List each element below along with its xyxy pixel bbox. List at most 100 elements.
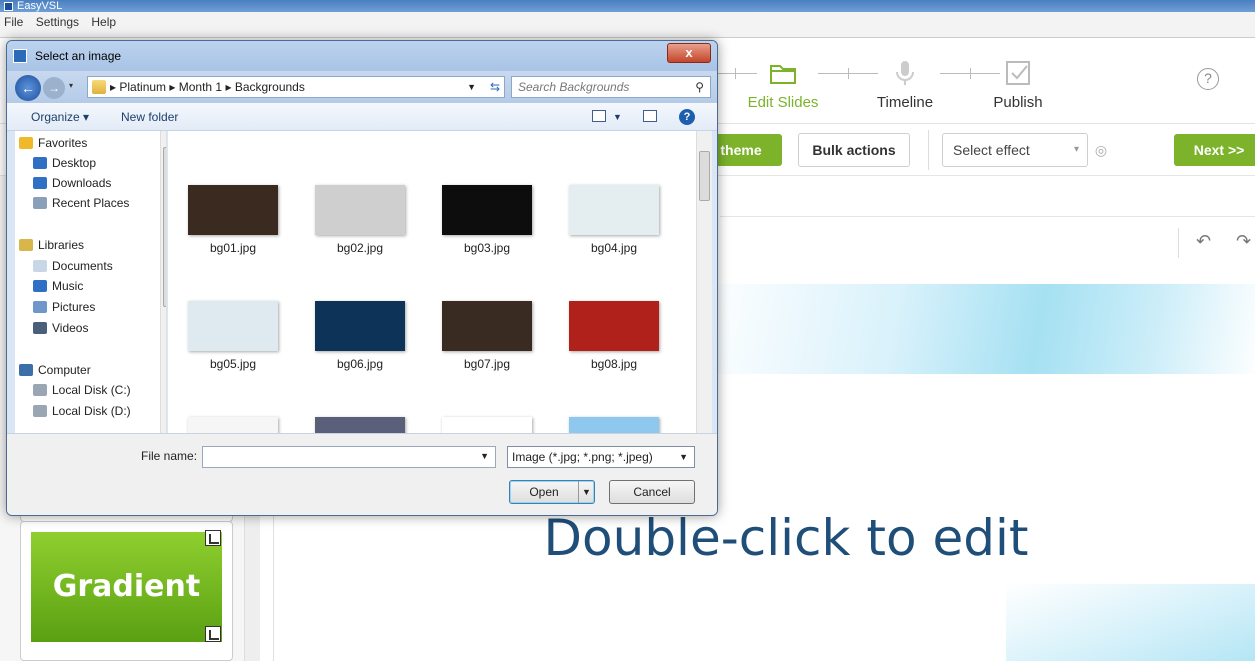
recent-locations-icon[interactable]: ▾ [69, 81, 73, 90]
file-item[interactable] [305, 417, 415, 433]
cancel-button[interactable]: Cancel [609, 480, 695, 504]
chevron-down-icon[interactable]: ▼ [480, 451, 489, 461]
file-thumbnail [569, 301, 659, 351]
dialog-titlebar: Select an image x [7, 41, 717, 71]
new-folder-button[interactable]: New folder [121, 103, 178, 131]
redo-icon[interactable]: ↷ [1236, 231, 1251, 252]
breadcrumb-item[interactable]: Backgrounds [235, 80, 305, 94]
refresh-icon[interactable]: ⇆ [490, 77, 500, 97]
nav-item[interactable]: Recent Places [33, 193, 129, 213]
back-button[interactable]: ← [15, 75, 41, 101]
preview-pane-icon[interactable] [643, 110, 657, 122]
file-item[interactable]: bg08.jpg [559, 301, 669, 371]
disk-icon [33, 384, 47, 396]
scroll-thumb[interactable] [699, 151, 710, 201]
menu-file[interactable]: File [4, 15, 23, 29]
resize-corner-icon[interactable] [205, 530, 221, 546]
file-item[interactable]: bg05.jpg [178, 301, 288, 371]
forward-button[interactable]: → [43, 77, 65, 99]
file-type-value: Image (*.jpg; *.png; *.jpeg) [512, 450, 653, 464]
open-label: Open [529, 485, 559, 499]
checkbox-icon [1006, 61, 1030, 85]
undo-icon[interactable]: ↶ [1196, 231, 1211, 252]
nav-item[interactable]: Downloads [33, 173, 111, 193]
nav-item[interactable]: Desktop [33, 153, 96, 173]
change-view-icon[interactable] [592, 110, 606, 122]
nav-scrollbar[interactable] [160, 131, 166, 433]
scroll-thumb[interactable] [163, 147, 166, 307]
chevron-down-icon[interactable]: ▼ [467, 77, 476, 97]
menu-help[interactable]: Help [91, 15, 116, 29]
nav-item-label: Computer [38, 363, 91, 377]
nav-item[interactable]: Videos [33, 318, 88, 338]
dialog-footer: File name: ▼ Image (*.jpg; *.png; *.jpeg… [7, 433, 717, 515]
libraries-icon [19, 239, 33, 251]
file-type-select[interactable]: Image (*.jpg; *.png; *.jpeg) ▼ [507, 446, 695, 468]
file-name: bg02.jpg [336, 241, 384, 255]
slide-thumbnail-gradient[interactable]: Gradient [20, 521, 233, 661]
file-name: bg06.jpg [336, 357, 384, 371]
bulk-actions-button[interactable]: Bulk actions [798, 133, 910, 167]
resize-corner-icon[interactable] [205, 626, 221, 642]
eye-icon[interactable]: ◎ [1092, 141, 1110, 159]
file-name: bg03.jpg [463, 241, 511, 255]
next-button[interactable]: Next >> [1174, 134, 1255, 166]
nav-item[interactable]: Pictures [33, 297, 95, 317]
nav-item[interactable]: Local Disk (D:) [33, 401, 131, 421]
file-item[interactable]: bg02.jpg [305, 185, 415, 255]
nav-item[interactable]: Computer [19, 360, 91, 380]
address-bar[interactable]: ▸ Platinum ▸ Month 1 ▸ Backgrounds ▼ ⇆ [87, 76, 505, 98]
app-titlebar: EasyVSL [0, 0, 1255, 12]
file-name-input[interactable]: ▼ [202, 446, 496, 468]
file-item[interactable] [178, 417, 288, 433]
downloads-icon [33, 177, 47, 189]
file-item[interactable]: bg07.jpg [432, 301, 542, 371]
folder-icon [92, 80, 106, 94]
file-thumbnail [188, 301, 278, 351]
chevron-down-icon[interactable]: ▼ [578, 481, 594, 503]
files-scrollbar[interactable] [696, 131, 712, 433]
file-item[interactable]: bg04.jpg [559, 185, 669, 255]
app-icon [4, 1, 13, 11]
file-thumbnail [569, 185, 659, 235]
step-edit-slides[interactable]: Edit Slides [728, 58, 838, 111]
file-item[interactable] [432, 417, 542, 433]
chevron-down-icon[interactable]: ▼ [613, 103, 622, 131]
file-item[interactable] [559, 417, 669, 433]
nav-item[interactable]: Libraries [19, 235, 84, 255]
nav-item[interactable]: Documents [33, 256, 113, 276]
close-button[interactable]: x [667, 43, 711, 63]
step-label: Edit Slides [747, 94, 819, 111]
help-icon[interactable]: ? [679, 109, 695, 125]
chevron-down-icon: ▾ [1073, 144, 1079, 155]
file-item[interactable]: bg01.jpg [178, 185, 288, 255]
canvas-toolbar-divider [720, 216, 1255, 217]
nav-item-label: Documents [52, 259, 113, 273]
file-item[interactable]: bg03.jpg [432, 185, 542, 255]
breadcrumb-item[interactable]: Platinum [119, 80, 166, 94]
chevron-down-icon: ▼ [679, 452, 688, 462]
file-thumbnail [315, 301, 405, 351]
step-timeline[interactable]: Timeline [850, 58, 960, 111]
nav-item-label: Videos [52, 321, 89, 335]
app-title: EasyVSL [17, 0, 63, 12]
nav-item[interactable]: Local Disk (C:) [33, 380, 131, 400]
nav-item-label: Favorites [38, 136, 88, 150]
desktop-icon [33, 157, 47, 169]
step-label: Timeline [876, 94, 934, 111]
nav-item[interactable]: Music [33, 276, 83, 296]
organize-button[interactable]: Organize ▾ [31, 103, 89, 131]
nav-item[interactable]: Favorites [19, 133, 87, 153]
slide-title-text[interactable]: Double-click to edit [506, 509, 1066, 567]
file-item[interactable]: bg06.jpg [305, 301, 415, 371]
menu-settings[interactable]: Settings [36, 15, 79, 29]
breadcrumb-item[interactable]: Month 1 [179, 80, 222, 94]
file-thumbnail [442, 417, 532, 433]
effect-select[interactable]: Select effect ▾ [942, 133, 1088, 167]
search-input[interactable]: Search Backgrounds ⚲ [511, 76, 711, 98]
file-thumbnail [188, 185, 278, 235]
file-name: bg05.jpg [209, 357, 257, 371]
step-publish[interactable]: Publish [963, 58, 1073, 111]
open-button[interactable]: Open ▼ [509, 480, 595, 504]
help-icon[interactable]: ? [1197, 68, 1219, 90]
